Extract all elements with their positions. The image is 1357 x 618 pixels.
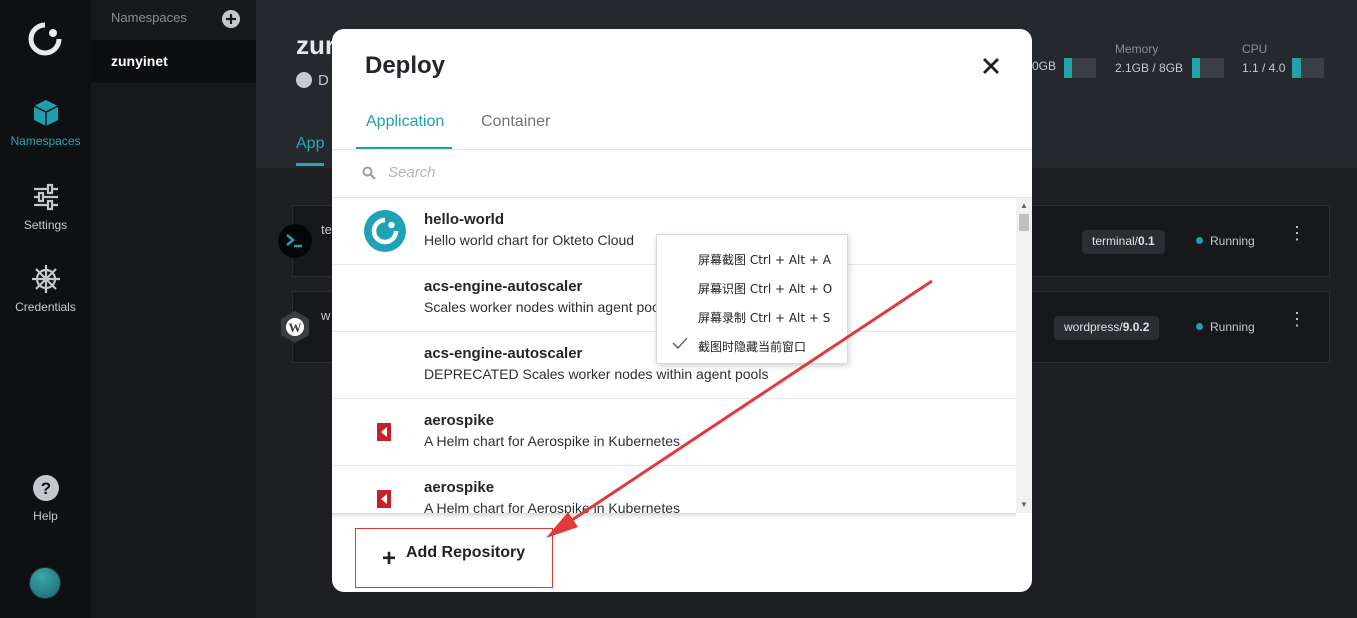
metric-storage-value: 0GB bbox=[1032, 59, 1057, 73]
app-chart-name-wordpress: wordpress/ bbox=[1064, 320, 1123, 334]
namespace-subtitle: D bbox=[296, 72, 329, 89]
namespaces-header: Namespaces bbox=[111, 10, 187, 25]
search-field[interactable]: Search bbox=[362, 163, 762, 185]
app-chart-version-wordpress: 9.0.2 bbox=[1122, 320, 1150, 334]
add-namespace-icon[interactable] bbox=[222, 10, 240, 28]
nav-item-credentials[interactable]: Credentials bbox=[0, 264, 91, 314]
footer-divider bbox=[332, 513, 1016, 519]
namespace-panel: Namespaces zunyinet bbox=[91, 0, 256, 618]
screenshot-context-menu: 屏幕截图 Ctrl + Alt + A 屏幕识图 Ctrl + Alt + O … bbox=[656, 234, 848, 364]
metric-storage: 0GB bbox=[1032, 42, 1056, 73]
chart-name: aerospike bbox=[424, 479, 495, 496]
scroll-down-icon[interactable]: ▼ bbox=[1020, 500, 1028, 509]
nav-label-credentials: Credentials bbox=[15, 300, 76, 314]
help-icon: ? bbox=[32, 475, 59, 501]
kebab-menu-icon[interactable]: ⋮ bbox=[1288, 310, 1306, 328]
metric-memory-fill bbox=[1192, 58, 1201, 78]
dialog-title: Deploy bbox=[365, 52, 446, 79]
tab-application[interactable]: Application bbox=[356, 113, 453, 149]
close-icon[interactable] bbox=[980, 55, 1002, 77]
chart-description: A Helm chart for Aerospike in Kubernetes bbox=[424, 433, 681, 449]
menu-item-hide-window[interactable]: 截图时隐藏当前窗口 bbox=[657, 330, 847, 358]
avatar[interactable] bbox=[29, 567, 61, 599]
chart-name: acs-engine-autoscaler bbox=[424, 345, 583, 362]
menu-item-screen-capture[interactable]: 屏幕截图 Ctrl + Alt + A bbox=[657, 243, 847, 271]
metric-cpu: CPU 1.1 / 4.0 bbox=[1242, 42, 1285, 75]
scroll-up-icon[interactable]: ▲ bbox=[1020, 201, 1028, 210]
chart-name: hello-world bbox=[424, 211, 504, 228]
scrollbar-thumb[interactable] bbox=[1019, 214, 1029, 231]
aerospike-logo-icon bbox=[377, 490, 391, 508]
helm-wheel-icon bbox=[31, 265, 60, 293]
metric-cpu-label: CPU bbox=[1242, 42, 1268, 56]
page-title: zur bbox=[296, 30, 335, 60]
tab-container[interactable]: Container bbox=[481, 113, 550, 147]
search-input[interactable]: Search bbox=[388, 164, 436, 181]
menu-item-label: 屏幕识图 Ctrl + Alt + O bbox=[698, 282, 833, 296]
namespace-item-selected[interactable]: zunyinet bbox=[91, 40, 256, 83]
metric-storage-bar bbox=[1064, 58, 1096, 78]
metric-memory-value: 2.1GB / 8GB bbox=[1115, 61, 1184, 75]
menu-item-screen-record[interactable]: 屏幕录制 Ctrl + Alt + S bbox=[657, 301, 847, 329]
metric-memory-bar bbox=[1192, 58, 1224, 78]
nav-label-namespaces: Namespaces bbox=[10, 134, 81, 148]
status-badge: Running bbox=[1196, 234, 1255, 248]
deploy-status-icon bbox=[296, 72, 312, 88]
list-scrollbar[interactable]: ▲ ▼ bbox=[1016, 198, 1032, 513]
tabs-divider bbox=[332, 149, 1032, 150]
sliders-icon bbox=[33, 183, 58, 211]
nav-item-namespaces[interactable]: Namespaces bbox=[0, 98, 91, 148]
namespace-subtitle-text: D bbox=[318, 72, 329, 89]
chart-description: Scales worker nodes within agent pools bbox=[424, 299, 670, 315]
metric-cpu-fill bbox=[1292, 58, 1301, 78]
tab-applications[interactable]: App bbox=[296, 135, 325, 166]
terminal-app-icon bbox=[278, 224, 312, 258]
menu-item-label: 屏幕截图 Ctrl + Alt + A bbox=[698, 253, 831, 267]
metric-cpu-value: 1.1 / 4.0 bbox=[1242, 61, 1286, 75]
app-chart-wordpress: wordpress/9.0.2 bbox=[1054, 316, 1160, 340]
list-item[interactable]: aerospike A Helm chart for Aerospike in … bbox=[332, 466, 1016, 513]
status-badge: Running bbox=[1196, 320, 1255, 334]
kebab-menu-icon[interactable]: ⋮ bbox=[1288, 224, 1306, 242]
chart-name: acs-engine-autoscaler bbox=[424, 278, 583, 295]
checkmark-icon bbox=[672, 337, 688, 349]
metric-memory-label: Memory bbox=[1115, 42, 1159, 56]
search-icon bbox=[362, 166, 376, 180]
chart-name: aerospike bbox=[424, 412, 495, 429]
chart-description: DEPRECATED Scales worker nodes within ag… bbox=[424, 366, 769, 382]
wordpress-app-icon: W bbox=[281, 311, 309, 343]
app-chart-name-terminal: terminal/ bbox=[1092, 234, 1139, 248]
app-chart-version-terminal: 0.1 bbox=[1138, 234, 1155, 248]
okteto-logo-icon[interactable] bbox=[28, 22, 62, 56]
metric-memory: Memory 2.1GB / 8GB bbox=[1115, 42, 1183, 75]
menu-item-label: 屏幕录制 Ctrl + Alt + S bbox=[698, 311, 831, 325]
left-nav: Namespaces Settings Credentials ? Help bbox=[0, 0, 91, 618]
nav-label-help: Help bbox=[33, 509, 58, 523]
aerospike-logo-icon bbox=[377, 423, 391, 441]
list-item[interactable]: aerospike A Helm chart for Aerospike in … bbox=[332, 399, 1016, 466]
chart-description: Hello world chart for Okteto Cloud bbox=[424, 232, 635, 248]
nav-label-settings: Settings bbox=[23, 218, 68, 232]
app-chart-terminal: terminal/0.1 bbox=[1082, 230, 1165, 254]
okteto-logo-icon bbox=[364, 210, 406, 252]
svg-text:?: ? bbox=[40, 479, 50, 498]
cube-icon bbox=[33, 100, 58, 126]
nav-item-help[interactable]: ? Help bbox=[0, 473, 91, 523]
nav-item-settings[interactable]: Settings bbox=[0, 182, 91, 232]
metric-cpu-bar bbox=[1292, 58, 1324, 78]
plus-icon: + bbox=[382, 545, 397, 572]
menu-item-screen-recognize[interactable]: 屏幕识图 Ctrl + Alt + O bbox=[657, 272, 847, 300]
add-repository-label: Add Repository bbox=[406, 544, 526, 561]
chart-description: A Helm chart for Aerospike in Kubernetes bbox=[424, 500, 681, 513]
svg-text:W: W bbox=[289, 320, 302, 335]
menu-item-label: 截图时隐藏当前窗口 bbox=[698, 340, 807, 354]
add-repository-button[interactable]: + Add Repository bbox=[355, 528, 553, 588]
metric-storage-fill bbox=[1064, 58, 1072, 78]
